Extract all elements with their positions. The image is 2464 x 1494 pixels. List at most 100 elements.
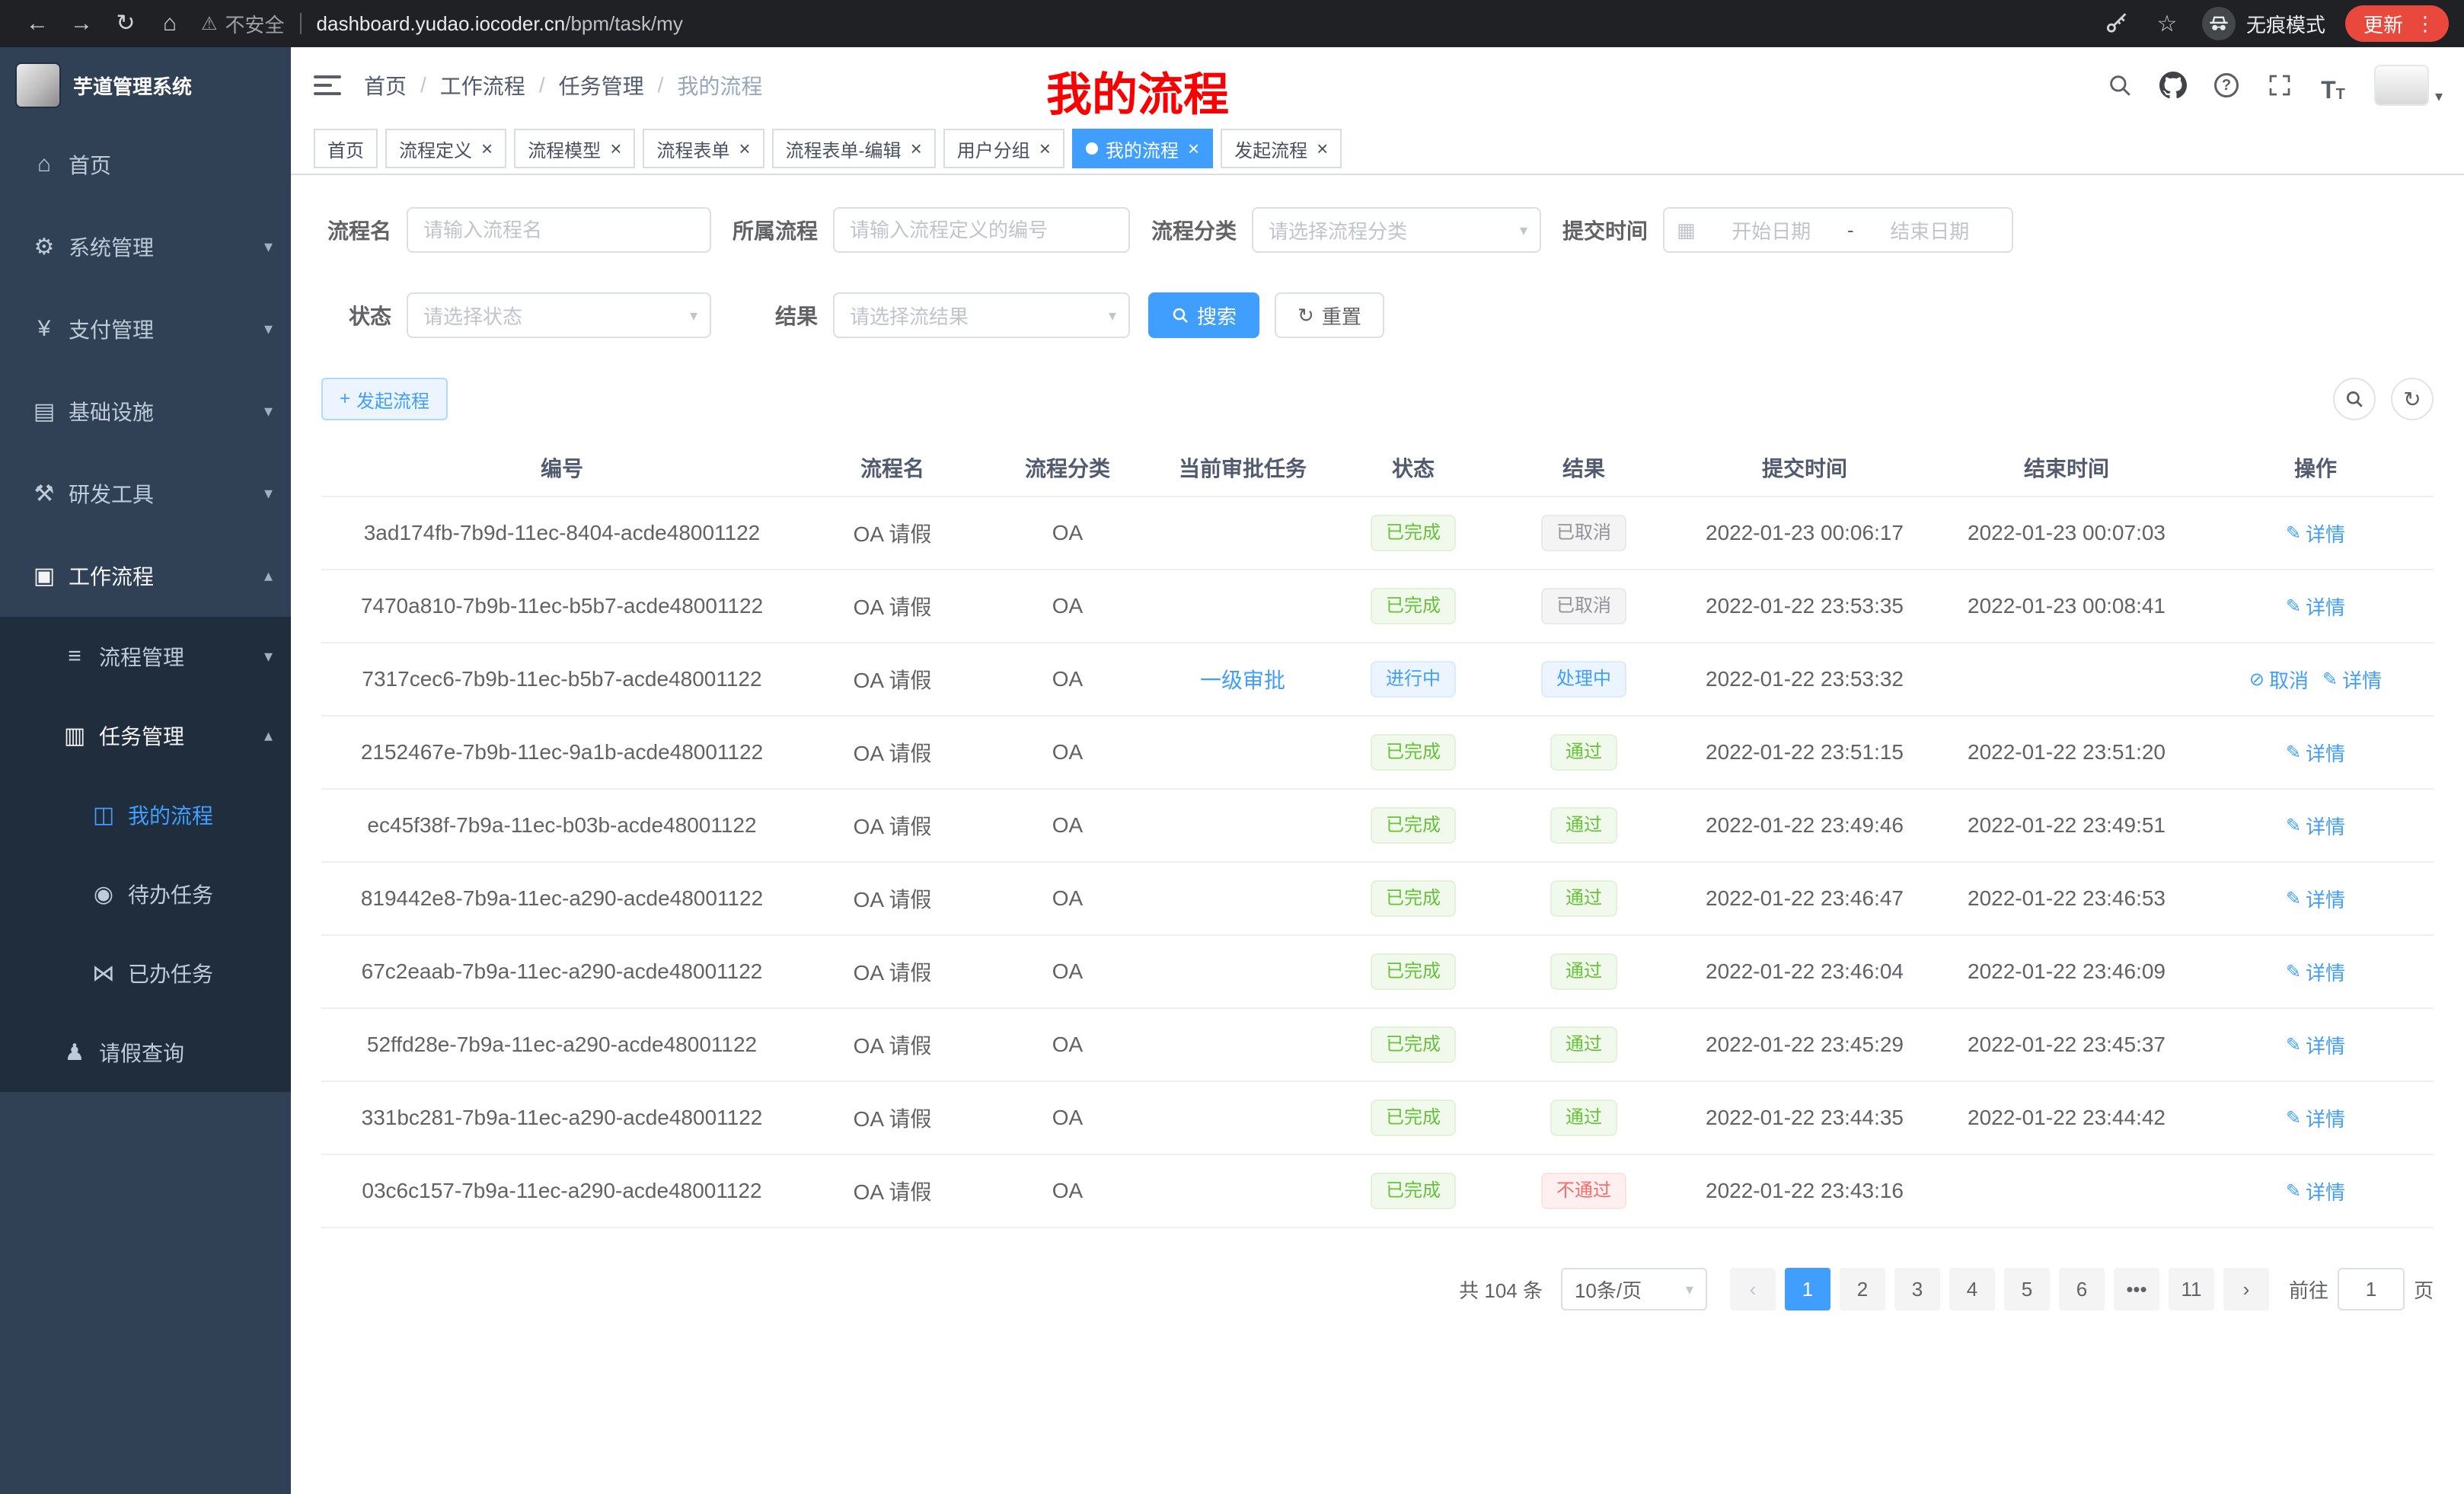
help-icon[interactable]: ? xyxy=(2211,69,2242,102)
close-icon[interactable]: × xyxy=(481,139,493,158)
search-icon[interactable] xyxy=(2105,69,2135,102)
breadcrumb-item[interactable]: 首页 xyxy=(364,70,407,101)
close-icon[interactable]: × xyxy=(739,139,750,158)
cell-id: 819442e8-7b9a-11ec-a290-acde48001122 xyxy=(321,862,803,935)
fullscreen-icon[interactable] xyxy=(2265,69,2295,102)
category-select[interactable]: 请选择流程分类 ▾ xyxy=(1252,207,1541,253)
refresh-button[interactable]: ↻ xyxy=(2391,378,2434,420)
tags-view-item[interactable]: 流程表单-编辑× xyxy=(772,129,936,168)
sidebar-item-process-management[interactable]: ≡流程管理▾ xyxy=(0,617,291,696)
sidebar-item-my-process[interactable]: ◫我的流程 xyxy=(0,775,291,854)
close-icon[interactable]: × xyxy=(911,139,922,158)
incognito-label: 无痕模式 xyxy=(2246,10,2325,38)
close-icon[interactable]: × xyxy=(1188,139,1199,158)
address-bar[interactable]: ⚠ 不安全 dashboard.yudao.iocoder.cn/bpm/tas… xyxy=(201,10,683,38)
detail-link[interactable]: ✎详情 xyxy=(2322,666,2382,694)
sidebar-item-workflow[interactable]: ▣工作流程▴ xyxy=(0,535,291,617)
goto-page-input[interactable] xyxy=(2338,1268,2405,1310)
result-select[interactable]: 请选择流结果 ▾ xyxy=(833,292,1130,338)
app-logo[interactable]: 芋道管理系统 xyxy=(0,47,291,123)
cell-result: 通过 xyxy=(1494,1008,1674,1081)
action-label: 详情 xyxy=(2306,739,2345,767)
page-button[interactable]: 11 xyxy=(2169,1268,2214,1310)
page-button[interactable]: 5 xyxy=(2004,1268,2050,1310)
tags-view-item[interactable]: 流程表单× xyxy=(643,129,764,168)
key-icon[interactable] xyxy=(2102,7,2132,40)
toggle-search-button[interactable] xyxy=(2333,378,2376,420)
browser-home-icon[interactable]: ⌂ xyxy=(148,0,192,47)
ellipsis-button[interactable]: ••• xyxy=(2114,1268,2159,1310)
bookmark-star-icon[interactable]: ☆ xyxy=(2152,7,2182,40)
detail-link[interactable]: ✎详情 xyxy=(2286,519,2345,547)
toolbar: + 发起流程 ↻ xyxy=(321,378,2434,420)
tags-view-item[interactable]: 用户分组× xyxy=(943,129,1064,168)
sidebar-item-infrastructure[interactable]: ▤基础设施▾ xyxy=(0,370,291,452)
page-button[interactable]: 6 xyxy=(2059,1268,2105,1310)
detail-link[interactable]: ✎详情 xyxy=(2286,1104,2345,1132)
detail-link[interactable]: ✎详情 xyxy=(2286,1031,2345,1059)
incognito-badge[interactable]: 无痕模式 xyxy=(2202,7,2325,40)
sidebar-item-label: 请假查询 xyxy=(99,1037,184,1068)
sidebar-item-leave-query[interactable]: ♟请假查询 xyxy=(0,1013,291,1092)
status-select[interactable]: 请选择状态 ▾ xyxy=(407,292,711,338)
page-button[interactable]: 2 xyxy=(1840,1268,1885,1310)
breadcrumb-item[interactable]: 工作流程 xyxy=(440,70,525,101)
sidebar-item-todo-task[interactable]: ◉待办任务 xyxy=(0,854,291,934)
tags-view-item[interactable]: 流程定义× xyxy=(385,129,506,168)
sidebar-item-devtools[interactable]: ⚒研发工具▾ xyxy=(0,452,291,535)
create-process-button[interactable]: + 发起流程 xyxy=(321,378,448,420)
sidebar-item-home[interactable]: ⌂首页 xyxy=(0,123,291,206)
detail-link[interactable]: ✎详情 xyxy=(2286,812,2345,840)
detail-link[interactable]: ✎详情 xyxy=(2286,739,2345,767)
date-range-picker[interactable]: ▦ 开始日期 - 结束日期 xyxy=(1663,207,2013,253)
sidebar-item-done-task[interactable]: ⋈已办任务 xyxy=(0,934,291,1013)
page-button[interactable]: 4 xyxy=(1949,1268,1995,1310)
tags-view-item[interactable]: 我的流程× xyxy=(1072,129,1213,168)
current-task-link[interactable]: 一级审批 xyxy=(1200,669,1285,692)
browser-menu-icon[interactable]: ⋮ xyxy=(2415,12,2435,36)
detail-link[interactable]: ✎详情 xyxy=(2286,885,2345,913)
page-button[interactable]: 1 xyxy=(1785,1268,1830,1310)
search-button[interactable]: 搜索 xyxy=(1148,292,1259,338)
table-row: 331bc281-7b9a-11ec-a290-acde48001122OA 请… xyxy=(321,1081,2434,1154)
close-icon[interactable]: × xyxy=(610,139,621,158)
tags-view-item[interactable]: 流程模型× xyxy=(514,129,635,168)
font-size-icon[interactable]: TT xyxy=(2318,69,2348,102)
prev-page-button[interactable]: ‹ xyxy=(1730,1268,1776,1310)
status-badge: 已完成 xyxy=(1371,1026,1456,1063)
reload-icon[interactable]: ↻ xyxy=(104,0,148,47)
detail-link[interactable]: ✎详情 xyxy=(2286,1177,2345,1205)
sidebar-item-payment[interactable]: ¥支付管理▾ xyxy=(0,288,291,370)
user-menu[interactable]: ▾ xyxy=(2374,65,2443,106)
hamburger-icon[interactable] xyxy=(291,47,364,123)
close-icon[interactable]: × xyxy=(1039,139,1051,158)
github-icon[interactable] xyxy=(2158,69,2188,102)
breadcrumb-separator: / xyxy=(420,73,426,97)
tags-view-item[interactable]: 发起流程× xyxy=(1221,129,1342,168)
page-button[interactable]: 3 xyxy=(1894,1268,1940,1310)
next-page-button[interactable]: › xyxy=(2223,1268,2269,1310)
forward-icon[interactable]: → xyxy=(59,0,104,47)
update-button[interactable]: 更新 ⋮ xyxy=(2345,5,2449,42)
process-def-input[interactable] xyxy=(833,207,1130,253)
tab-label: 首页 xyxy=(327,136,364,162)
reset-button[interactable]: ↻ 重置 xyxy=(1275,292,1384,338)
table-row: 3ad174fb-7b9d-11ec-8404-acde48001122OA 请… xyxy=(321,496,2434,570)
security-label: 不安全 xyxy=(225,10,285,38)
breadcrumb-item[interactable]: 任务管理 xyxy=(559,70,644,101)
page-size-select[interactable]: 10条/页 ▾ xyxy=(1561,1268,1707,1310)
sidebar-item-label: 系统管理 xyxy=(69,231,154,262)
cancel-link[interactable]: ⊘取消 xyxy=(2249,666,2309,694)
breadcrumb-separator: / xyxy=(539,73,545,97)
sidebar-item-system[interactable]: ⚙系统管理▾ xyxy=(0,206,291,288)
back-icon[interactable]: ← xyxy=(15,0,59,47)
process-name-input[interactable] xyxy=(407,207,711,253)
sidebar-item-label: 工作流程 xyxy=(69,560,154,591)
edit-icon: ✎ xyxy=(2322,669,2338,691)
process-table: 编号流程名流程分类当前审批任务状态结果提交时间结束时间操作 3ad174fb-7… xyxy=(321,439,2434,1228)
detail-link[interactable]: ✎详情 xyxy=(2286,958,2345,986)
tags-view-item[interactable]: 首页 xyxy=(314,129,378,168)
close-icon[interactable]: × xyxy=(1317,139,1328,158)
detail-link[interactable]: ✎详情 xyxy=(2286,592,2345,621)
sidebar-item-task-management[interactable]: ▥任务管理▴ xyxy=(0,696,291,775)
